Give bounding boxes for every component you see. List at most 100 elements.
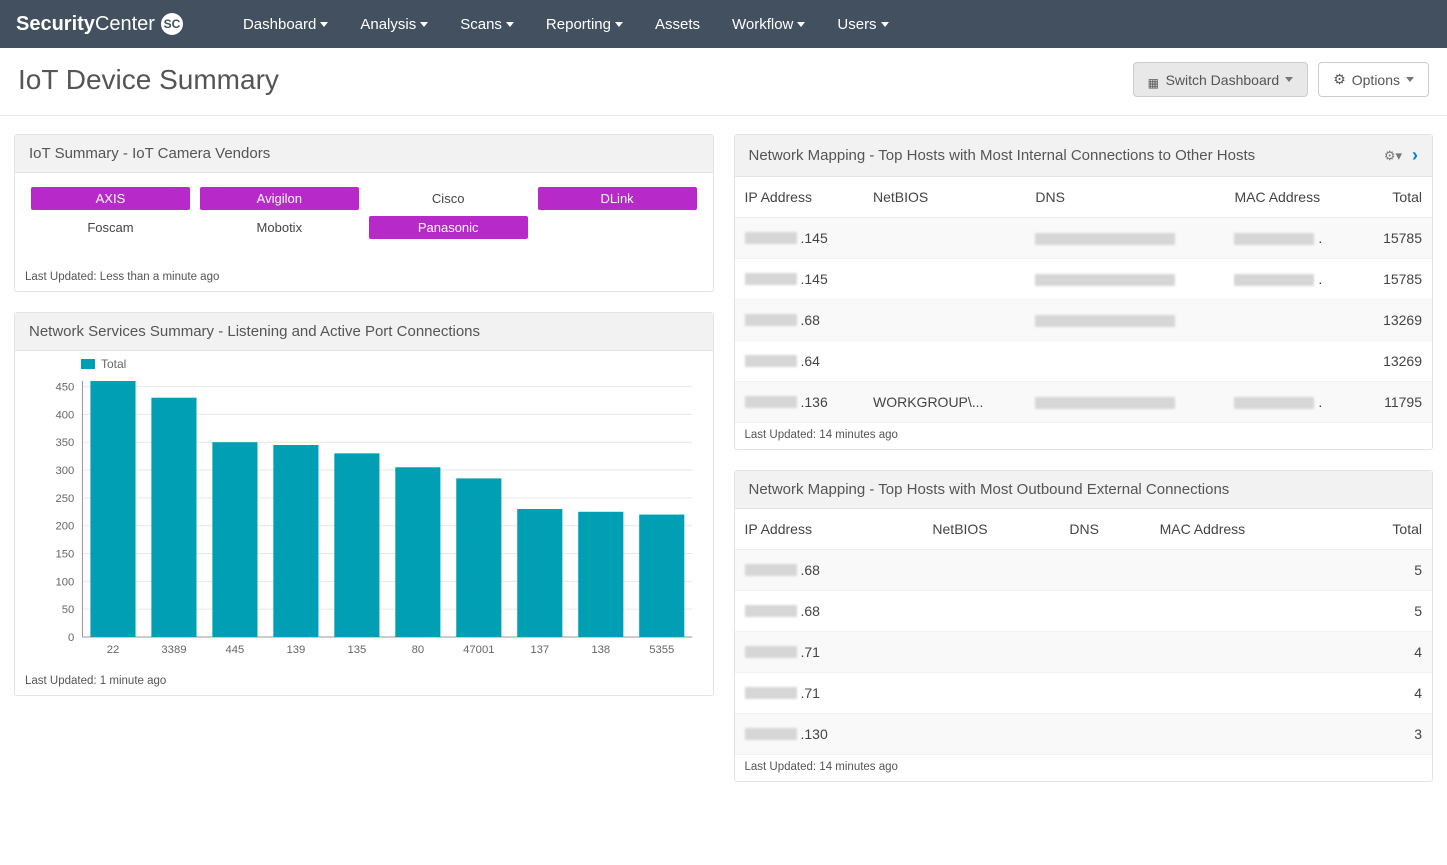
col-total[interactable]: Total [1342,509,1432,550]
vendor-cell-cisco[interactable]: Cisco [369,187,528,210]
bar-139[interactable] [273,445,318,637]
outbound-panel-title: Network Mapping - Top Hosts with Most Ou… [749,481,1230,498]
col-ip[interactable]: IP Address [735,509,923,550]
gear-icon [1333,71,1346,88]
bar-47001[interactable] [456,478,501,637]
caret-down-icon [420,22,428,27]
legend-swatch [81,359,95,369]
gear-icon[interactable]: ⚙▾ [1384,148,1402,164]
table-header-row: IP Address NetBIOS DNS MAC Address Total [735,509,1433,550]
bar-chart: 0501001502002503003504004502233894451391… [25,375,703,665]
nav-analysis[interactable]: Analysis [360,16,428,33]
table-row[interactable]: .685 [735,591,1433,632]
bar-137[interactable] [517,509,562,637]
outbound-table: IP Address NetBIOS DNS MAC Address Total… [735,509,1433,755]
bar-5355[interactable] [639,515,684,637]
brand-text-2: Center [95,13,155,35]
table-row[interactable]: .714 [735,673,1433,714]
outbound-panel-header: Network Mapping - Top Hosts with Most Ou… [735,471,1433,509]
table-row[interactable]: .1303 [735,714,1433,755]
col-netbios[interactable]: NetBIOS [922,509,1059,550]
vendor-cell-avigilon[interactable]: Avigilon [200,187,359,210]
nav-dashboard[interactable]: Dashboard [243,16,328,33]
outbound-panel-footer: Last Updated: 14 minutes ago [735,755,1433,781]
nav-scans[interactable]: Scans [460,16,514,33]
chart-body: Total 0501001502002503003504004502233894… [15,351,713,669]
table-row[interactable]: .6413269 [735,341,1433,382]
bar-3389[interactable] [151,398,196,637]
col-ip[interactable]: IP Address [735,177,864,218]
vendors-panel-body: AXIS Avigilon Cisco DLink Foscam Mobotix Panas… [15,173,713,265]
caret-down-icon [506,22,514,27]
col-dns[interactable]: DNS [1059,509,1149,550]
page-header: IoT Device Summary Switch Dashboard Opti… [0,48,1447,116]
chart-panel-header: Network Services Summary - Listening and… [15,313,713,351]
switch-dashboard-button[interactable]: Switch Dashboard [1133,62,1309,97]
switch-dashboard-label: Switch Dashboard [1166,72,1280,88]
caret-down-icon [1285,77,1293,82]
grid-icon [1148,74,1160,86]
options-button[interactable]: Options [1318,62,1429,97]
options-label: Options [1352,72,1400,88]
chart-panel: Network Services Summary - Listening and… [14,312,714,696]
vendor-cell-foscam[interactable]: Foscam [31,216,190,239]
internal-panel-header: Network Mapping - Top Hosts with Most In… [735,135,1433,177]
internal-panel-title: Network Mapping - Top Hosts with Most In… [749,147,1256,164]
vendor-cell-panasonic[interactable]: Panasonic [369,216,528,239]
caret-down-icon [1406,77,1414,82]
legend-label: Total [101,357,126,371]
bar-135[interactable] [334,453,379,637]
col-total[interactable]: Total [1359,177,1432,218]
outbound-panel: Network Mapping - Top Hosts with Most Ou… [734,470,1434,782]
table-row[interactable]: .145 .15785 [735,259,1433,300]
table-row[interactable]: .685 [735,550,1433,591]
internal-panel-actions: ⚙▾ › [1384,145,1418,166]
col-netbios[interactable]: NetBIOS [863,177,1025,218]
svg-text:135: 135 [347,644,366,656]
brand-badge: SC [161,13,183,35]
bar-445[interactable] [212,442,257,637]
nav-workflow[interactable]: Workflow [732,16,805,33]
svg-text:300: 300 [55,465,74,477]
col-dns[interactable]: DNS [1025,177,1224,218]
top-nav: SecurityCenter SC Dashboard Analysis Scans… [0,0,1447,48]
vendor-cell-mobotix[interactable]: Mobotix [200,216,359,239]
svg-text:47001: 47001 [463,644,494,656]
chart-legend: Total [81,357,703,371]
page-title: IoT Device Summary [18,64,279,96]
svg-text:250: 250 [55,493,74,505]
nav-items: Dashboard Analysis Scans Reporting Assets Wor… [243,16,889,33]
chart-panel-title: Network Services Summary - Listening and… [29,323,480,340]
internal-panel: Network Mapping - Top Hosts with Most In… [734,134,1434,450]
nav-users[interactable]: Users [837,16,888,33]
nav-assets[interactable]: Assets [655,16,700,33]
right-column: Network Mapping - Top Hosts with Most In… [734,134,1434,782]
internal-table: IP Address NetBIOS DNS MAC Address Total… [735,177,1433,423]
vendor-cell-axis[interactable]: AXIS [31,187,190,210]
svg-text:5355: 5355 [649,644,674,656]
svg-text:0: 0 [68,632,74,644]
vendors-panel-title: IoT Summary - IoT Camera Vendors [29,145,270,162]
col-mac[interactable]: MAC Address [1224,177,1358,218]
chevron-right-icon[interactable]: › [1412,145,1418,166]
table-row[interactable]: .6813269 [735,300,1433,341]
table-row[interactable]: .145 .15785 [735,218,1433,259]
col-mac[interactable]: MAC Address [1150,509,1342,550]
nav-reporting[interactable]: Reporting [546,16,623,33]
svg-text:400: 400 [55,410,74,422]
table-header-row: IP Address NetBIOS DNS MAC Address Total [735,177,1433,218]
svg-text:80: 80 [412,644,425,656]
vendor-cell-dlink[interactable]: DLink [538,187,697,210]
bar-22[interactable] [90,381,135,637]
svg-text:150: 150 [55,549,74,561]
brand-text-1: Security [16,13,95,35]
bar-80[interactable] [395,467,440,637]
table-row[interactable]: .714 [735,632,1433,673]
svg-text:138: 138 [591,644,610,656]
vendor-cell-empty [538,216,697,239]
vendors-panel-header: IoT Summary - IoT Camera Vendors [15,135,713,173]
bar-138[interactable] [578,512,623,637]
table-row[interactable]: .136WORKGROUP\... .11795 [735,382,1433,423]
svg-text:22: 22 [107,644,120,656]
vendor-grid: AXIS Avigilon Cisco DLink Foscam Mobotix Panas… [29,183,699,259]
